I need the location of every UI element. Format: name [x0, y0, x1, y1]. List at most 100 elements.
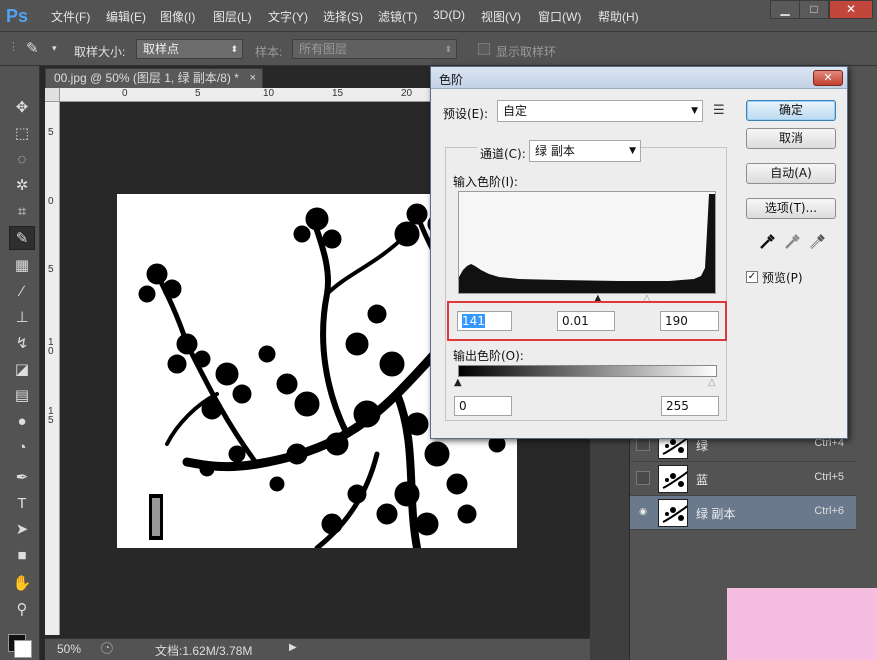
channel-name: 绿 副本: [696, 507, 736, 521]
menu-type[interactable]: 文字(Y): [268, 8, 308, 25]
menu-bar: Ps 文件(F) 编辑(E) 图像(I) 图层(L) 文字(Y) 选择(S) 滤…: [0, 0, 877, 32]
dodge-tool-icon[interactable]: ◔: [9, 436, 35, 460]
input-black-field[interactable]: 141: [457, 311, 512, 331]
input-gamma-field[interactable]: 0.01: [557, 311, 615, 331]
lasso-tool-icon[interactable]: ◌: [9, 148, 35, 172]
show-ring-checkbox[interactable]: [478, 43, 490, 55]
channel-shortcut: Ctrl+6: [814, 505, 844, 517]
move-tool-icon[interactable]: ✥: [9, 96, 35, 120]
minimize-button[interactable]: ▁: [770, 0, 800, 19]
dialog-title-bar[interactable]: 色阶 ✕: [431, 67, 847, 89]
gray-eyedropper-icon[interactable]: [783, 233, 801, 251]
channel-label: 通道(C):: [477, 145, 529, 162]
play-arrow-icon[interactable]: ▶: [289, 642, 297, 653]
menu-help[interactable]: 帮助(H): [598, 8, 639, 25]
output-black-slider[interactable]: ▲: [454, 377, 462, 388]
black-eyedropper-icon[interactable]: [758, 233, 776, 251]
menu-window[interactable]: 窗口(W): [538, 8, 581, 25]
document-tab[interactable]: 00.jpg @ 50% (图层 1, 绿 副本/8) * ×: [45, 68, 263, 88]
output-levels-label: 输出色阶(O):: [453, 349, 524, 363]
visibility-toggle[interactable]: [636, 471, 650, 485]
menu-image[interactable]: 图像(I): [160, 8, 195, 25]
input-levels-label: 输入色阶(I):: [453, 175, 518, 189]
updown-icon: ⬍: [230, 44, 238, 54]
preview-checkbox[interactable]: ✓: [746, 271, 758, 283]
chevron-down-icon[interactable]: ▾: [52, 43, 57, 54]
channel-thumbnail: [658, 465, 688, 493]
levels-dialog: 色阶 ✕ 预设(E): 自定 ▼ ☰ 通道(C): 绿 副本 ▼ 输入色阶(I): …: [430, 66, 848, 439]
preset-label: 预设(E):: [443, 107, 488, 121]
menu-layer[interactable]: 图层(L): [213, 8, 252, 25]
options-button[interactable]: 选项(T)...: [746, 198, 836, 219]
input-white-field[interactable]: 190: [660, 311, 719, 331]
brush-tool-icon[interactable]: ∕: [9, 280, 35, 304]
menu-select[interactable]: 选择(S): [323, 8, 363, 25]
output-white-slider[interactable]: △: [708, 377, 716, 388]
channel-thumbnail: [658, 499, 688, 527]
magic-wand-tool-icon[interactable]: ✲: [9, 174, 35, 198]
ruler-tick-label: 1 0: [48, 337, 54, 357]
close-icon[interactable]: ✕: [813, 70, 843, 86]
marquee-tool-icon[interactable]: ⬚: [9, 122, 35, 146]
menu-file[interactable]: 文件(F): [51, 8, 90, 25]
input-black-value: 141: [462, 314, 485, 328]
pen-tool-icon[interactable]: ✒: [9, 466, 35, 490]
eye-icon[interactable]: ◉: [636, 505, 650, 519]
preset-options-icon[interactable]: ☰: [713, 103, 725, 118]
channel-row-blue[interactable]: 蓝 Ctrl+5: [630, 462, 856, 496]
close-window-button[interactable]: ✕: [829, 0, 873, 19]
history-brush-tool-icon[interactable]: ↯: [9, 332, 35, 356]
ruler-origin[interactable]: [45, 88, 60, 102]
hand-tool-icon[interactable]: ✋: [9, 572, 35, 596]
maximize-button[interactable]: □: [799, 0, 829, 19]
ruler-tick-label: 0: [122, 88, 128, 99]
channel-dropdown[interactable]: 绿 副本 ▼: [529, 140, 641, 162]
ruler-tick-label: 15: [332, 88, 344, 99]
channel-shortcut: Ctrl+5: [814, 471, 844, 483]
menu-3d[interactable]: 3D(D): [433, 8, 465, 22]
ruler-tick-label: 10: [263, 88, 275, 99]
channel-row-green-copy[interactable]: ◉ 绿 副本 Ctrl+6: [630, 496, 856, 530]
gradient-tool-icon[interactable]: ▤: [9, 384, 35, 408]
preset-dropdown[interactable]: 自定 ▼: [497, 100, 703, 122]
ruler-tick-label: 1 5: [48, 406, 54, 426]
visibility-toggle[interactable]: [636, 437, 650, 451]
menu-edit[interactable]: 编辑(E): [106, 8, 146, 25]
tools-panel: ✥ ⬚ ◌ ✲ ⌗ ✎ ▦ ∕ ⊥ ↯ ◪ ▤ ● ◔ ✒ T ➤ ■ ✋ ⚲: [0, 66, 40, 660]
clone-stamp-tool-icon[interactable]: ⊥: [9, 306, 35, 330]
sample-label: 样本:: [255, 45, 283, 59]
sample-size-dropdown[interactable]: 取样点 ⬍: [136, 39, 243, 59]
type-tool-icon[interactable]: T: [9, 492, 35, 516]
grip-icon: ⋮: [8, 41, 19, 53]
blur-tool-icon[interactable]: ●: [9, 410, 35, 434]
vertical-ruler: 5 0 5 1 0 1 5: [45, 102, 60, 635]
background-color-swatch[interactable]: [14, 640, 32, 658]
output-black-field[interactable]: 0: [454, 396, 512, 416]
zoom-level[interactable]: 50%: [57, 642, 81, 656]
auto-button[interactable]: 自动(A): [746, 163, 836, 184]
crop-tool-icon[interactable]: ⌗: [9, 200, 35, 224]
zoom-tool-icon[interactable]: ⚲: [9, 598, 35, 622]
menu-view[interactable]: 视图(V): [481, 8, 521, 25]
eraser-tool-icon[interactable]: ◪: [9, 358, 35, 382]
status-info-icon[interactable]: ◔: [101, 642, 113, 654]
shape-tool-icon[interactable]: ■: [9, 544, 35, 568]
ruler-tick-label: 5: [48, 127, 54, 138]
output-gradient: [458, 365, 717, 377]
ruler-tick-label: 5: [48, 264, 54, 275]
output-white-field[interactable]: 255: [661, 396, 719, 416]
photoshop-logo: Ps: [6, 6, 29, 26]
menu-filter[interactable]: 滤镜(T): [378, 8, 417, 25]
preview-label: 预览(P): [762, 271, 803, 285]
eyedropper-tool-icon[interactable]: ✎: [9, 226, 35, 250]
white-eyedropper-icon[interactable]: [808, 233, 826, 251]
cancel-button[interactable]: 取消: [746, 128, 836, 149]
healing-brush-tool-icon[interactable]: ▦: [9, 254, 35, 278]
close-icon[interactable]: ×: [250, 69, 256, 88]
ruler-tick-label: 0: [48, 196, 54, 207]
sample-dropdown[interactable]: 所有图层 ⬍: [292, 39, 457, 59]
channel-name: 绿: [696, 439, 709, 453]
path-selection-tool-icon[interactable]: ➤: [9, 518, 35, 542]
ok-button[interactable]: 确定: [746, 100, 836, 121]
eyedropper-tool-preset-icon[interactable]: ✎: [26, 39, 39, 57]
